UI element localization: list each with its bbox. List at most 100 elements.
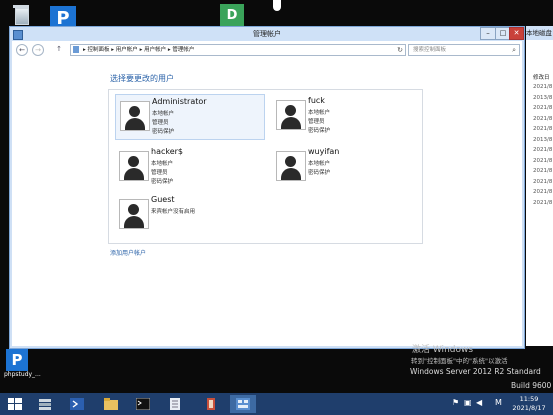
account-role: 管理员 <box>152 120 169 126</box>
app-icon <box>207 398 215 410</box>
date-column-header[interactable]: 修改日 <box>533 73 550 81</box>
file-date-cell[interactable]: 2021/8 <box>533 116 552 122</box>
background-window-title: 本地磁盘 <box>526 26 553 40</box>
cmd-icon <box>136 398 150 410</box>
breadcrumb-separator: ▸ <box>167 47 171 53</box>
back-button[interactable]: ← <box>16 44 28 56</box>
address-bar[interactable]: ▸ 控制面板 ▸ 用户帐户 ▸ 用户帐户 ▸ 管理帐户 ↻ <box>70 44 406 56</box>
notepad-icon <box>170 398 180 410</box>
network-icon[interactable]: ▣ <box>464 398 472 408</box>
activation-watermark-hint: 转到"控制面板"中的"系统"以激活 <box>411 357 508 365</box>
search-input[interactable]: 搜索控制面板 <box>413 45 446 55</box>
control-panel-icon <box>73 46 79 53</box>
breadcrumb-separator: ▸ <box>111 47 115 53</box>
avatar <box>119 151 149 181</box>
account-password-status: 密码保护 <box>151 179 174 185</box>
account-guest[interactable]: Guest 来宾帐户没有启用 <box>115 193 263 237</box>
action-center-icon[interactable]: ⚑ <box>452 398 459 408</box>
avatar <box>120 101 150 131</box>
powershell-icon <box>70 398 84 410</box>
file-date-cell[interactable]: 2013/8 <box>533 95 552 101</box>
avatar <box>119 199 149 229</box>
account-password-status: 密码保护 <box>308 128 331 134</box>
file-date-cell[interactable]: 2013/8 <box>533 137 552 143</box>
app-button[interactable] <box>198 395 224 413</box>
account-password-status: 密码保护 <box>152 129 175 135</box>
account-name: Guest <box>151 195 175 204</box>
clock-date: 2021/8/17 <box>512 404 546 412</box>
avatar <box>276 100 306 130</box>
minimize-button[interactable]: – <box>480 27 496 40</box>
file-date-cell[interactable]: 2021/8 <box>533 158 552 164</box>
account-name: hacker$ <box>151 147 184 156</box>
manage-accounts-window[interactable]: 管理帐户 – □ ✕ ← → ↑ ▸ 控制面板 ▸ 用户帐户 ▸ 用户帐户 ▸ … <box>9 26 525 349</box>
forward-button[interactable]: → <box>32 44 44 56</box>
account-wuyifan[interactable]: wuyifan 本地帐户 密码保护 <box>272 145 420 189</box>
accounts-panel: Administrator 本地帐户 管理员 密码保护 fuck 本地帐户 管理… <box>108 89 423 244</box>
control-panel-taskbar-button[interactable] <box>230 395 256 413</box>
server-manager-icon <box>39 399 51 410</box>
file-date-cell[interactable]: 2021/8 <box>533 179 552 185</box>
breadcrumb-manage-accounts[interactable]: 管理帐户 <box>172 47 194 53</box>
breadcrumb-control-panel[interactable]: 控制面板 <box>88 47 110 53</box>
search-icon[interactable]: ⌕ <box>512 45 516 55</box>
file-date-cell[interactable]: 2021/8 <box>533 126 552 132</box>
file-date-cell[interactable]: 2021/8 <box>533 105 552 111</box>
account-status: 来宾帐户没有启用 <box>151 209 196 215</box>
refresh-icon[interactable]: ↻ <box>397 45 403 55</box>
account-name: wuyifan <box>308 147 340 156</box>
breadcrumb-separator: ▸ <box>83 47 86 53</box>
system-clock[interactable]: 11:59 2021/8/17 <box>509 395 549 413</box>
start-button[interactable] <box>2 395 28 413</box>
breadcrumb-user-accounts[interactable]: 用户帐户 <box>116 47 138 53</box>
account-type: 本地帐户 <box>151 161 174 167</box>
notepad-button[interactable] <box>162 395 188 413</box>
file-date-cell[interactable]: 2021/8 <box>533 200 552 206</box>
account-name: fuck <box>308 96 325 105</box>
os-build-label: Build 9600 <box>511 381 552 390</box>
command-prompt-button[interactable] <box>130 395 156 413</box>
background-explorer-window[interactable]: 本地磁盘 修改日 2021/8 2013/8 2021/8 2021/8 2021/8 2… <box>526 26 553 346</box>
window-title: 管理帐户 <box>253 30 281 38</box>
breadcrumb[interactable]: ▸ 控制面板 ▸ 用户帐户 ▸ 用户帐户 ▸ 管理帐户 <box>83 45 194 55</box>
navigation-bar: ← → ↑ ▸ 控制面板 ▸ 用户帐户 ▸ 用户帐户 ▸ 管理帐户 ↻ 搜索控制… <box>10 42 524 57</box>
phpstudy-desktop-shortcut[interactable]: P phpstudy_... <box>4 349 41 378</box>
breadcrumb-user-accounts-2[interactable]: 用户帐户 <box>144 47 166 53</box>
search-box[interactable]: 搜索控制面板 ⌕ <box>408 44 520 56</box>
account-type: 本地帐户 <box>308 161 331 167</box>
title-bar[interactable]: 管理帐户 – □ ✕ <box>10 27 524 41</box>
windows-logo-icon <box>8 398 22 410</box>
add-user-account-link[interactable]: 添加用户帐户 <box>110 248 146 257</box>
account-administrator[interactable]: Administrator 本地帐户 管理员 密码保护 <box>115 94 265 140</box>
avatar <box>276 151 306 181</box>
control-panel-icon <box>236 398 250 410</box>
account-type: 本地帐户 <box>152 111 175 117</box>
volume-icon[interactable]: ◀ <box>476 398 482 408</box>
app-d-icon[interactable]: D <box>220 4 244 28</box>
file-date-cell[interactable]: 2021/8 <box>533 189 552 195</box>
account-role: 管理员 <box>308 119 325 125</box>
up-button[interactable]: ↑ <box>54 44 64 54</box>
account-type: 本地帐户 <box>308 110 331 116</box>
breadcrumb-separator: ▸ <box>139 47 143 53</box>
file-date-cell[interactable]: 2021/8 <box>533 147 552 153</box>
folder-icon <box>104 398 118 410</box>
recycle-bin-icon[interactable] <box>12 4 30 25</box>
file-date-cell[interactable]: 2021/8 <box>533 168 552 174</box>
close-button[interactable]: ✕ <box>509 27 524 40</box>
phpstudy-icon: P <box>6 349 28 371</box>
activation-watermark-title: 激活 Windows <box>412 345 474 355</box>
powershell-button[interactable] <box>64 395 90 413</box>
server-manager-button[interactable] <box>32 395 58 413</box>
file-explorer-button[interactable] <box>98 395 124 413</box>
ime-indicator[interactable]: M <box>495 398 502 408</box>
account-name: Administrator <box>152 97 207 106</box>
account-hacker[interactable]: hacker$ 本地帐户 管理员 密码保护 <box>115 145 263 189</box>
desktop-icon-label: phpstudy_... <box>4 371 41 378</box>
file-date-cell[interactable]: 2021/8 <box>533 84 552 90</box>
account-fuck[interactable]: fuck 本地帐户 管理员 密码保护 <box>272 94 420 138</box>
account-role: 管理员 <box>151 170 168 176</box>
clock-time: 11:59 <box>519 395 539 403</box>
taskbar: ⚑ ▣ ◀ M 11:59 2021/8/17 <box>0 393 553 415</box>
os-edition-label: Windows Server 2012 R2 Standard <box>410 367 541 376</box>
